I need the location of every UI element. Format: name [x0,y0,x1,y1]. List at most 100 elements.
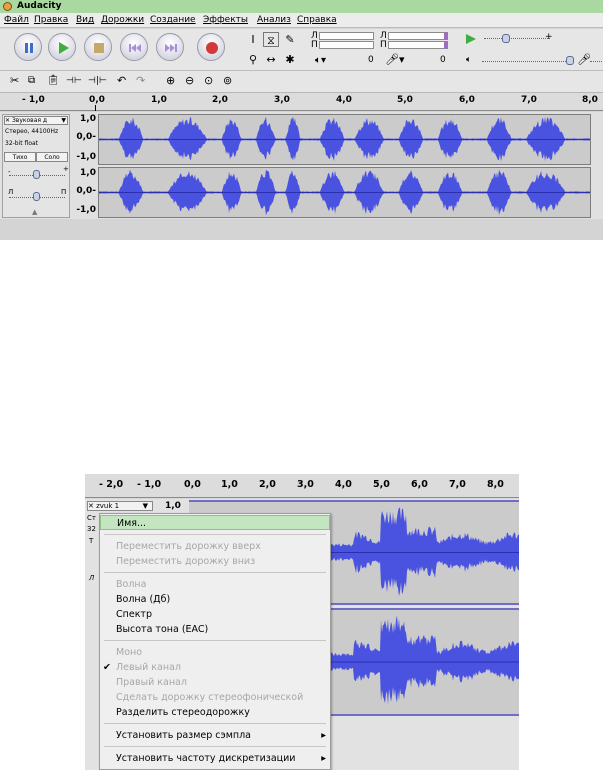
vertical-scale-label: 1,0 [165,501,181,511]
menu-item-name[interactable]: Имя... [100,515,330,530]
menu-item-label: Установить частоту дискретизации [116,753,296,764]
collapse-arrow-icon[interactable]: ▲ [32,208,37,216]
zoom-in-icon[interactable]: ⊕ [166,74,175,87]
waveform-right-channel[interactable] [98,167,591,218]
envelope-tool-icon[interactable]: ⧖ [263,32,279,47]
ruler-tick-label: 5,0 [373,479,390,490]
selection-tool-icon[interactable]: I [245,32,261,47]
playback-speed-slider[interactable] [484,38,550,39]
mute-button[interactable]: Тихо [4,152,36,162]
vertical-scale-label: 1,0 [80,114,96,124]
playback-speed-thumb[interactable] [502,34,510,43]
menu-item-waveform-db[interactable]: Волна (Дб) [100,592,330,607]
ruler-tick-label: 3,0 [297,479,314,490]
menu-item-right-channel[interactable]: Правый канал [100,675,330,690]
menu-item-spectrum[interactable]: Спектр [100,607,330,622]
pan-thumb[interactable] [33,192,40,201]
menu-item-left-channel[interactable]: ✔ Левый канал [100,660,330,675]
pause-button[interactable] [14,33,42,61]
ruler-tick-label: 4,0 [335,479,352,490]
skip-end-icon [165,44,177,52]
play-icon [59,42,69,54]
menu-item-mono[interactable]: Моно [100,645,330,660]
close-track-icon[interactable]: ✕ [88,502,94,510]
vertical-scale-label: 0,0- [76,186,96,196]
ruler-tick-label: 5,0 [397,95,413,105]
waveform-graphic [99,169,590,216]
zoom-tool-icon[interactable]: ⚲ [245,52,261,67]
trim-icon[interactable]: ⊣⊢ [66,76,82,86]
pan-label-partial: Л [89,574,95,582]
multi-tool-icon[interactable]: ✱ [282,52,298,67]
audio-track: ✕ Звуковая д ▼ Стерео, 44100Hz 32-bit fl… [0,112,603,219]
menu-tracks[interactable]: Дорожки [101,15,144,25]
menu-help[interactable]: Справка [297,15,337,25]
menu-effects[interactable]: Эффекты [203,15,248,25]
menu-item-sample-format[interactable]: Установить размер сэмпла ▸ [100,728,330,743]
gain-plus-label: + [63,165,69,173]
solo-button[interactable]: Соло [36,152,68,162]
input-volume-slider[interactable] [590,61,602,62]
record-meter-left[interactable] [388,32,448,40]
time-shift-tool-icon[interactable]: ↔ [263,52,279,67]
menu-file[interactable]: Файл [4,15,29,25]
record-button[interactable] [197,33,225,61]
vertical-scale-label: 1,0 [80,168,96,178]
fit-project-icon[interactable]: ⊚ [223,74,232,87]
pause-icon [25,43,33,53]
menu-view[interactable]: Вид [76,15,94,25]
menu-analyze[interactable]: Анализ [257,15,291,25]
record-meter-right[interactable] [388,41,448,49]
paste-icon[interactable]: 📋︎ [47,75,60,86]
chevron-down-icon: ▼ [61,117,66,124]
track-context-menu: Имя... Переместить дорожку вверх Перемес… [99,513,331,770]
play-at-speed-icon[interactable] [465,33,477,45]
menu-item-waveform[interactable]: Волна [100,577,330,592]
track-name-button[interactable]: ✕ zvuk 1 ▼ [87,501,153,511]
vertical-scale-label: -1,0 [76,205,96,215]
playback-meter-left[interactable] [319,32,374,40]
output-volume-thumb[interactable] [566,56,574,65]
ruler-tick-label: 0,0 [184,479,201,490]
timeline-ruler[interactable]: - 1,0 0,0 1,0 2,0 3,0 4,0 5,0 6,0 7,0 8,… [0,93,603,111]
waveform-left-channel[interactable] [98,114,591,165]
undo-icon[interactable]: ↶ [117,74,126,87]
close-track-icon[interactable]: ✕ [5,117,10,124]
menu-item-split-stereo[interactable]: Разделить стереодорожку [100,705,330,720]
zoom-out-icon[interactable]: ⊖ [185,74,194,87]
microphone-icon[interactable]: 🎤︎▾ [385,53,405,66]
track-name-button[interactable]: ✕ Звуковая д ▼ [4,116,68,125]
skip-start-button[interactable] [120,33,148,61]
track-name: Звуковая д [11,117,48,124]
ruler-tick-label: 2,0 [259,479,276,490]
chevron-down-icon: ▼ [142,502,148,510]
fit-selection-icon[interactable]: ⊙ [204,74,213,87]
draw-tool-icon[interactable]: ✎ [282,32,298,47]
silence-icon[interactable]: ⊣|⊢ [88,76,107,86]
skip-end-button[interactable] [156,33,184,61]
output-volume-slider[interactable] [482,61,570,62]
playback-meter-right[interactable] [319,41,374,49]
menu-generate[interactable]: Создание [150,15,196,25]
copy-icon[interactable]: ⧉ [28,75,35,86]
menu-item-move-down[interactable]: Переместить дорожку вниз [100,554,330,569]
menu-edit[interactable]: Правка [34,15,68,25]
ruler-tick-label: 0,0 [89,95,105,105]
stop-icon [94,43,104,53]
timeline-ruler[interactable]: - 2,0 - 1,0 0,0 1,0 2,0 3,0 4,0 5,0 6,0 … [85,474,519,498]
menu-item-make-stereo[interactable]: Сделать дорожку стереофонической [100,690,330,705]
menu-separator [104,723,326,724]
audacity-logo-icon [3,2,12,11]
gain-thumb[interactable] [33,170,40,179]
play-button[interactable] [48,33,76,61]
speaker-icon[interactable]: 🔈︎▾ [315,55,326,66]
toolbar: I ⧖ ✎ ⚲ ↔ ✱ Л П Л П 🔈︎▾ 0 🎤︎▾ 0 + 🔈︎ 🎤︎ [0,29,603,71]
menu-item-pitch[interactable]: Высота тона (EAC) [100,622,330,637]
track-bits: 32-bit float [5,140,39,147]
menu-item-move-up[interactable]: Переместить дорожку вверх [100,539,330,554]
redo-icon[interactable]: ↷ [136,74,145,87]
menu-item-sample-rate[interactable]: Установить частоту дискретизации ▸ [100,751,330,766]
audacity-window: Audacity Файл Правка Вид Дорожки Создани… [0,0,603,240]
cut-icon[interactable]: ✂ [10,74,19,87]
stop-button[interactable] [84,33,112,61]
